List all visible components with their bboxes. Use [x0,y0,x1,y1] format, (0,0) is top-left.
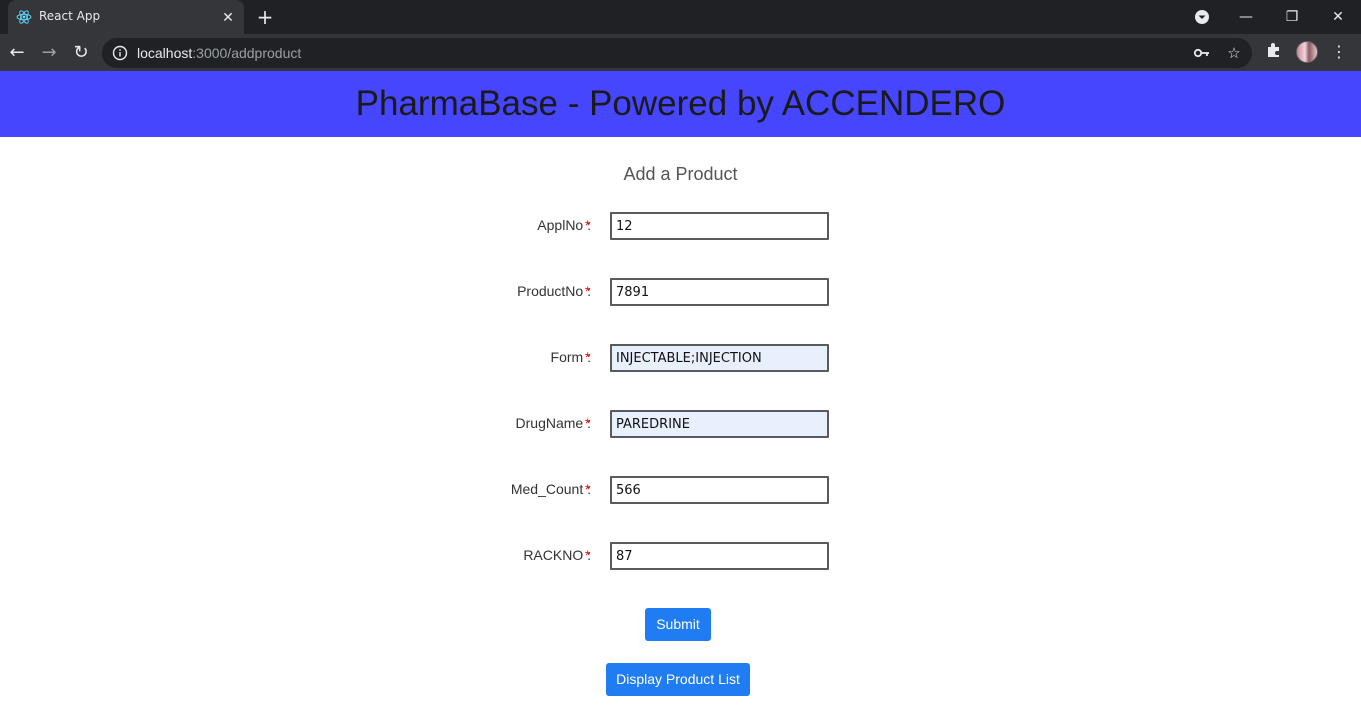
submit-button[interactable]: Submit [645,608,711,641]
form-title: Add a Product [623,164,738,184]
form-row-productno: ProductNo : * [0,278,1361,306]
applno-input[interactable] [610,212,829,240]
close-window-button[interactable]: ✕ [1325,4,1351,30]
medcount-input[interactable] [610,476,829,504]
reload-button[interactable]: ↻ [67,39,95,67]
info-icon[interactable] [112,45,128,61]
rackno-input[interactable] [610,542,829,570]
tab-close-icon[interactable]: ✕ [218,7,238,27]
form-input[interactable] [610,344,829,372]
restore-button[interactable]: ❐ [1279,4,1305,30]
form-row-applno: ApplNo : * [0,212,1361,240]
form-row-rackno: RACKNO : * [0,542,1361,570]
key-icon[interactable] [1193,44,1211,62]
profile-avatar[interactable] [1296,41,1318,63]
applno-label: ApplNo : [537,217,591,233]
minimize-button[interactable]: — [1233,4,1259,30]
required-marker: * [585,283,591,299]
page-title: PharmaBase - Powered by ACCENDERO [355,84,1006,123]
url-host: localhost [137,45,193,61]
required-marker: * [585,547,591,563]
productno-input[interactable] [610,278,829,306]
required-marker: * [585,349,591,365]
medcount-label: Med_Count : [510,481,591,497]
form-row-form: Form : * [0,344,1361,372]
productno-label: ProductNo : [517,283,591,299]
forward-button[interactable]: → [35,39,63,67]
form-row-medcount: Med_Count : * [0,476,1361,504]
browser-tab-bar: React App ✕ + — ❐ ✕ [0,0,1361,34]
required-marker: * [585,415,591,431]
tab-title: React App [39,9,101,23]
browser-toolbar: ← → ↻ localhost:3000/addproduct ☆ ⋮ [0,34,1361,71]
form-row-drugname: DrugName : * [0,410,1361,438]
browser-tab[interactable]: React App ✕ [8,0,244,34]
drugname-label: DrugName : [515,415,591,431]
app-header: PharmaBase - Powered by ACCENDERO [0,71,1361,137]
new-tab-button[interactable]: + [254,6,276,28]
address-bar[interactable]: localhost:3000/addproduct ☆ [102,38,1252,68]
tab-search-icon[interactable] [1189,4,1215,30]
extensions-icon[interactable] [1263,41,1285,63]
bookmark-star-icon[interactable]: ☆ [1225,44,1243,62]
rackno-label: RACKNO : [523,547,591,563]
required-marker: * [585,217,591,233]
react-logo-icon [16,10,32,24]
menu-kebab-icon[interactable]: ⋮ [1328,41,1350,63]
required-marker: * [585,481,591,497]
url-text[interactable]: localhost:3000/addproduct [137,45,301,61]
back-button[interactable]: ← [3,39,31,67]
drugname-input[interactable] [610,410,829,438]
url-path: :3000/addproduct [192,45,302,61]
display-product-list-button[interactable]: Display Product List [606,663,750,696]
